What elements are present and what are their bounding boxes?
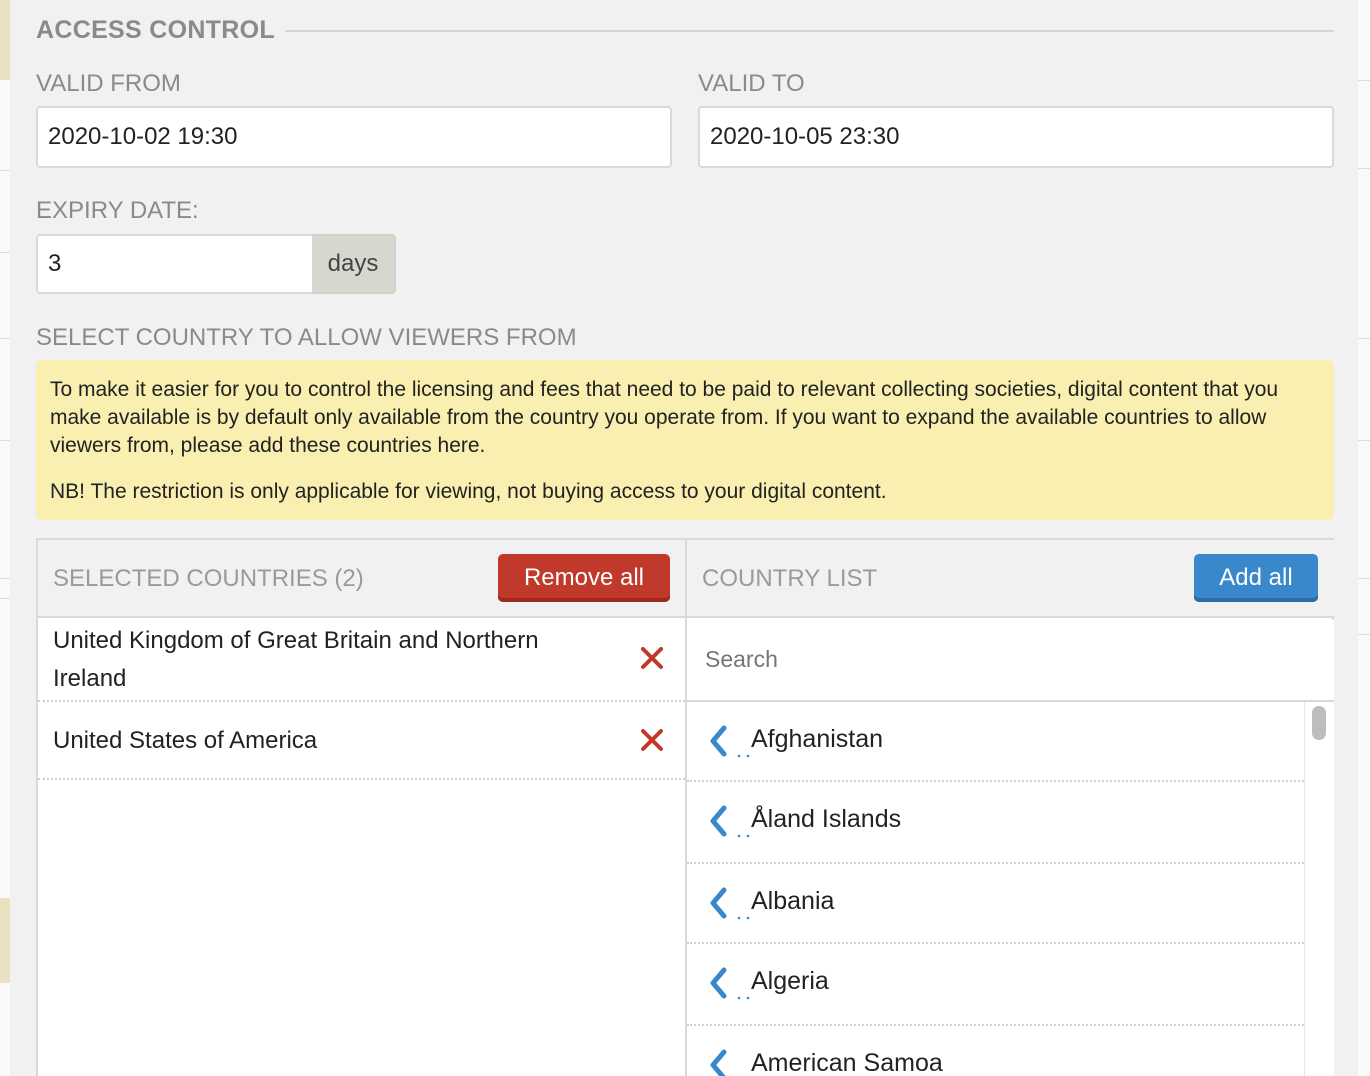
chevron-left-icon[interactable] (707, 724, 729, 758)
country-search-input[interactable] (705, 646, 1265, 673)
chevron-left-icon[interactable] (707, 966, 729, 1000)
country-list-scrollbar[interactable] (1304, 702, 1334, 1076)
notice-nb-text: NB! The restriction is only applicable f… (50, 480, 887, 503)
dots-icon (737, 916, 750, 920)
chevron-left-icon[interactable] (707, 804, 729, 838)
country-list-item[interactable]: Algeria (687, 944, 1304, 1026)
country-list-item[interactable]: Albania (687, 864, 1304, 944)
expiry-date-label: EXPIRY DATE: (36, 197, 199, 224)
selected-country-name: United States of America (53, 727, 318, 754)
country-name: Algeria (751, 967, 829, 995)
country-list-item[interactable]: Afghanistan (687, 702, 1304, 782)
valid-from-label: VALID FROM (36, 70, 181, 97)
dots-icon (737, 996, 750, 1000)
selected-country-row: United States of America (38, 702, 685, 780)
country-list-item[interactable]: Åland Islands (687, 782, 1304, 864)
country-name: Åland Islands (751, 805, 902, 833)
days-addon: days (312, 234, 396, 294)
selected-country-row: United Kingdom of Great Britain and Nort… (38, 620, 685, 702)
country-name: American Samoa (751, 1049, 943, 1076)
selected-countries-title: SELECTED COUNTRIES (2) (53, 565, 364, 592)
section-title: ACCESS CONTROL (36, 16, 275, 44)
country-name: Afghanistan (751, 725, 884, 753)
dots-icon (737, 834, 750, 838)
chevron-left-icon[interactable] (707, 1048, 729, 1076)
dots-icon (737, 754, 750, 758)
selected-country-name: United Kingdom of Great Britain and Nort… (53, 627, 539, 692)
country-select-label: SELECT COUNTRY TO ALLOW VIEWERS FROM (36, 324, 577, 351)
close-icon[interactable] (638, 726, 666, 754)
country-list: Afghanistan Åland Islands Albania Algeri… (687, 702, 1304, 1076)
access-control-modal: ACCESS CONTROL VALID FROM 2020-10-02 19:… (10, 0, 1358, 1076)
country-picker: SELECTED COUNTRIES (2) Remove all COUNTR… (36, 538, 1334, 1076)
section-divider (284, 29, 1334, 32)
valid-to-input[interactable]: 2020-10-05 23:30 (698, 106, 1334, 168)
background-page-right (1358, 0, 1370, 1076)
selected-countries-header: SELECTED COUNTRIES (2) Remove all (38, 540, 685, 618)
valid-from-input[interactable]: 2020-10-02 19:30 (36, 106, 672, 168)
licensing-notice: To make it easier for you to control the… (36, 360, 1334, 520)
scrollbar-thumb[interactable] (1312, 706, 1326, 740)
expiry-days-input[interactable]: 3 (36, 234, 314, 294)
country-search (687, 620, 1334, 702)
background-page-left (0, 0, 10, 1076)
country-list-header: COUNTRY LIST Add all (687, 540, 1334, 618)
remove-all-button[interactable]: Remove all (498, 554, 670, 602)
notice-text: To make it easier for you to control the… (50, 378, 1279, 457)
chevron-left-icon[interactable] (707, 886, 729, 920)
close-icon[interactable] (638, 644, 666, 672)
section-header: ACCESS CONTROL (36, 16, 1334, 45)
country-name: Albania (751, 887, 835, 915)
valid-to-label: VALID TO (698, 70, 805, 97)
country-list-title: COUNTRY LIST (702, 565, 878, 592)
country-list-item[interactable]: American Samoa (687, 1026, 1304, 1076)
add-all-button[interactable]: Add all (1194, 554, 1318, 602)
